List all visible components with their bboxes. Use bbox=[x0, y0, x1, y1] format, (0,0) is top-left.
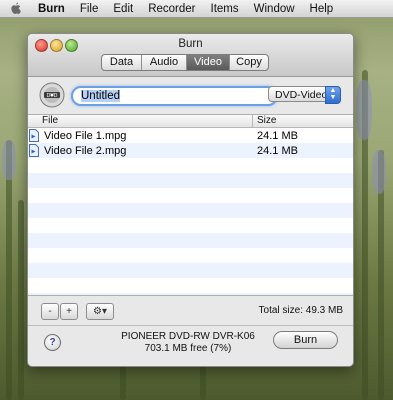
video-file-icon bbox=[29, 129, 39, 142]
column-header-file[interactable]: File bbox=[28, 115, 253, 127]
add-file-button[interactable]: + bbox=[60, 303, 78, 320]
tab-video[interactable]: Video bbox=[186, 55, 229, 70]
apple-icon[interactable] bbox=[10, 2, 22, 15]
empty-row bbox=[28, 263, 353, 278]
table-row[interactable]: Video File 2.mpg 24.1 MB bbox=[28, 143, 353, 158]
disc-name-text: Untitled bbox=[81, 90, 120, 102]
menu-file[interactable]: File bbox=[80, 3, 99, 15]
table-header: File Size bbox=[28, 115, 353, 128]
mode-tabs: Data Audio Video Copy bbox=[101, 54, 269, 71]
menu-help[interactable]: Help bbox=[310, 3, 334, 15]
empty-row bbox=[28, 203, 353, 218]
empty-row bbox=[28, 173, 353, 188]
tab-data[interactable]: Data bbox=[102, 55, 141, 70]
disc-type-select[interactable]: DVD-Video ▲ ▼ bbox=[268, 86, 341, 104]
file-cell: Video File 2.mpg bbox=[28, 144, 253, 157]
footer-divider bbox=[28, 325, 353, 326]
table-row[interactable]: Video File 1.mpg 24.1 MB bbox=[28, 128, 353, 143]
disc-type-value: DVD-Video bbox=[275, 89, 328, 101]
menu-bar: Burn File Edit Recorder Items Window Hel… bbox=[0, 0, 393, 18]
column-header-size[interactable]: Size bbox=[253, 115, 276, 127]
file-size: 24.1 MB bbox=[257, 129, 298, 142]
table-body: Video File 1.mpg 24.1 MB Video File 2.mp… bbox=[28, 128, 353, 295]
video-file-icon bbox=[29, 144, 39, 157]
action-menu-button[interactable]: ⚙▾ bbox=[86, 303, 114, 320]
recorder-free-space: 703.1 MB free (7%) bbox=[144, 343, 232, 354]
empty-row bbox=[28, 293, 353, 295]
popup-arrows-icon: ▲ ▼ bbox=[325, 86, 341, 104]
burn-window: Burn Data Audio Video Copy DVD Untitled … bbox=[27, 33, 354, 367]
empty-row bbox=[28, 233, 353, 248]
burn-button[interactable]: Burn bbox=[273, 331, 338, 349]
tab-audio[interactable]: Audio bbox=[141, 55, 186, 70]
empty-row bbox=[28, 248, 353, 263]
help-button[interactable]: ? bbox=[44, 334, 61, 351]
empty-row bbox=[28, 278, 353, 293]
menu-window[interactable]: Window bbox=[254, 3, 295, 15]
dvd-disc-icon: DVD bbox=[39, 82, 65, 108]
title-bar[interactable]: Burn Data Audio Video Copy bbox=[28, 34, 353, 77]
disc-name-input[interactable]: Untitled bbox=[71, 86, 278, 106]
menu-burn[interactable]: Burn bbox=[38, 3, 65, 15]
file-cell: Video File 1.mpg bbox=[28, 129, 253, 142]
remove-file-button[interactable]: - bbox=[41, 303, 59, 320]
file-table: File Size Video File 1.mpg 24.1 MB Video… bbox=[28, 114, 353, 296]
tab-copy[interactable]: Copy bbox=[229, 55, 268, 70]
window-title: Burn bbox=[178, 38, 203, 50]
total-size: Total size: 49.3 MB bbox=[258, 305, 343, 316]
file-name: Video File 1.mpg bbox=[44, 129, 127, 142]
file-name: Video File 2.mpg bbox=[44, 144, 127, 157]
menu-items[interactable]: Items bbox=[211, 3, 239, 15]
empty-row bbox=[28, 158, 353, 173]
empty-row bbox=[28, 188, 353, 203]
recorder-name: PIONEER DVD-RW DVR-K06 bbox=[121, 331, 255, 342]
menu-recorder[interactable]: Recorder bbox=[148, 3, 195, 15]
empty-row bbox=[28, 218, 353, 233]
menu-edit[interactable]: Edit bbox=[113, 3, 133, 15]
file-size: 24.1 MB bbox=[257, 144, 298, 157]
